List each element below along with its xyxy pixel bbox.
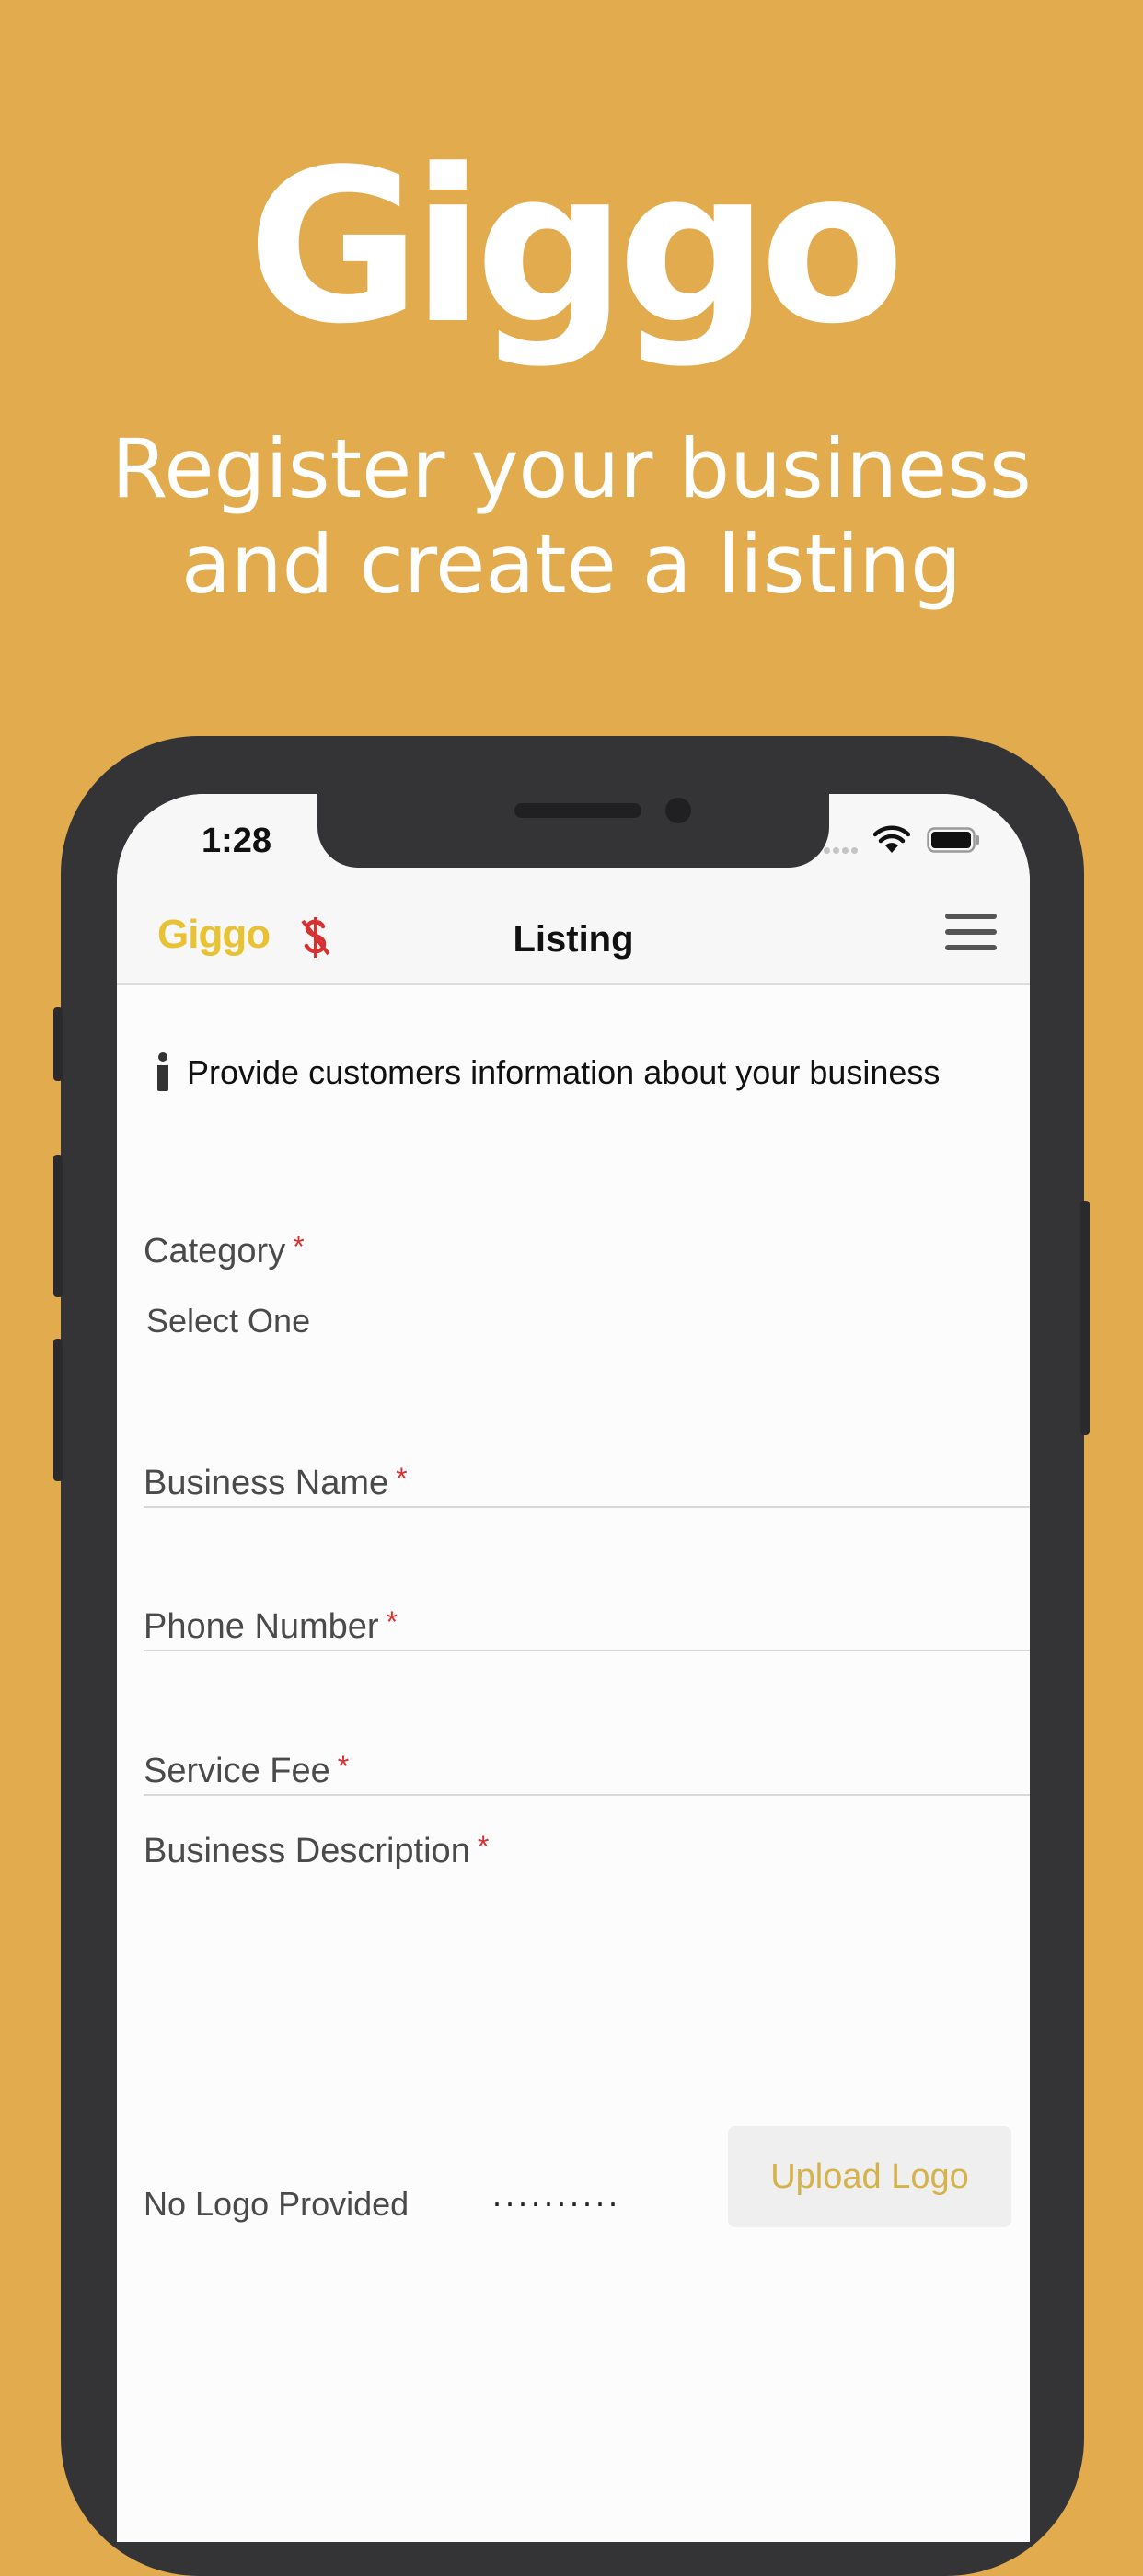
promo-headline: Register your business and create a list… [111, 421, 1032, 612]
business-description-label: Business Description * [144, 1830, 489, 1871]
business-name-input[interactable] [144, 1467, 1030, 1508]
phone-side-button [1080, 1201, 1090, 1435]
category-label-text: Category [144, 1232, 286, 1271]
business-description-label-text: Business Description [144, 1832, 470, 1870]
phone-number-input[interactable] [144, 1611, 1030, 1651]
status-bar: 1:28 [117, 794, 1030, 895]
required-marker: * [293, 1230, 305, 1263]
menu-icon[interactable] [945, 914, 997, 958]
front-camera [665, 798, 691, 823]
app-screen: 1:28 Giggo Listing Provide customers inf… [117, 794, 1030, 2542]
info-text: Provide customers information about your… [187, 1053, 941, 1091]
page-title: Listing [513, 919, 634, 960]
wifi-icon [873, 825, 910, 853]
phone-side-button [53, 1339, 63, 1481]
logo-status: No Logo Provided [144, 2185, 410, 2223]
required-marker: * [477, 1830, 490, 1863]
nav-bar: Giggo Listing [117, 895, 1030, 985]
status-time: 1:28 [202, 822, 272, 860]
info-message: Provide customers information about your… [154, 1052, 982, 1094]
category-label: Category * [144, 1230, 305, 1271]
upload-logo-button[interactable]: Upload Logo [728, 2126, 1011, 2227]
business-description-input[interactable] [144, 1889, 1003, 2122]
speaker [514, 803, 641, 818]
notch [318, 794, 829, 868]
phone-side-button [53, 1007, 63, 1081]
logo-progress: .......... [492, 2176, 622, 2214]
promo-logo: Giggo [247, 125, 906, 371]
service-fee-input[interactable] [144, 1755, 1030, 1796]
battery-icon [927, 827, 979, 853]
info-icon [154, 1052, 172, 1091]
category-select[interactable]: Select One [146, 1302, 310, 1340]
phone-side-button [53, 1155, 63, 1297]
signal-icon [824, 842, 864, 854]
